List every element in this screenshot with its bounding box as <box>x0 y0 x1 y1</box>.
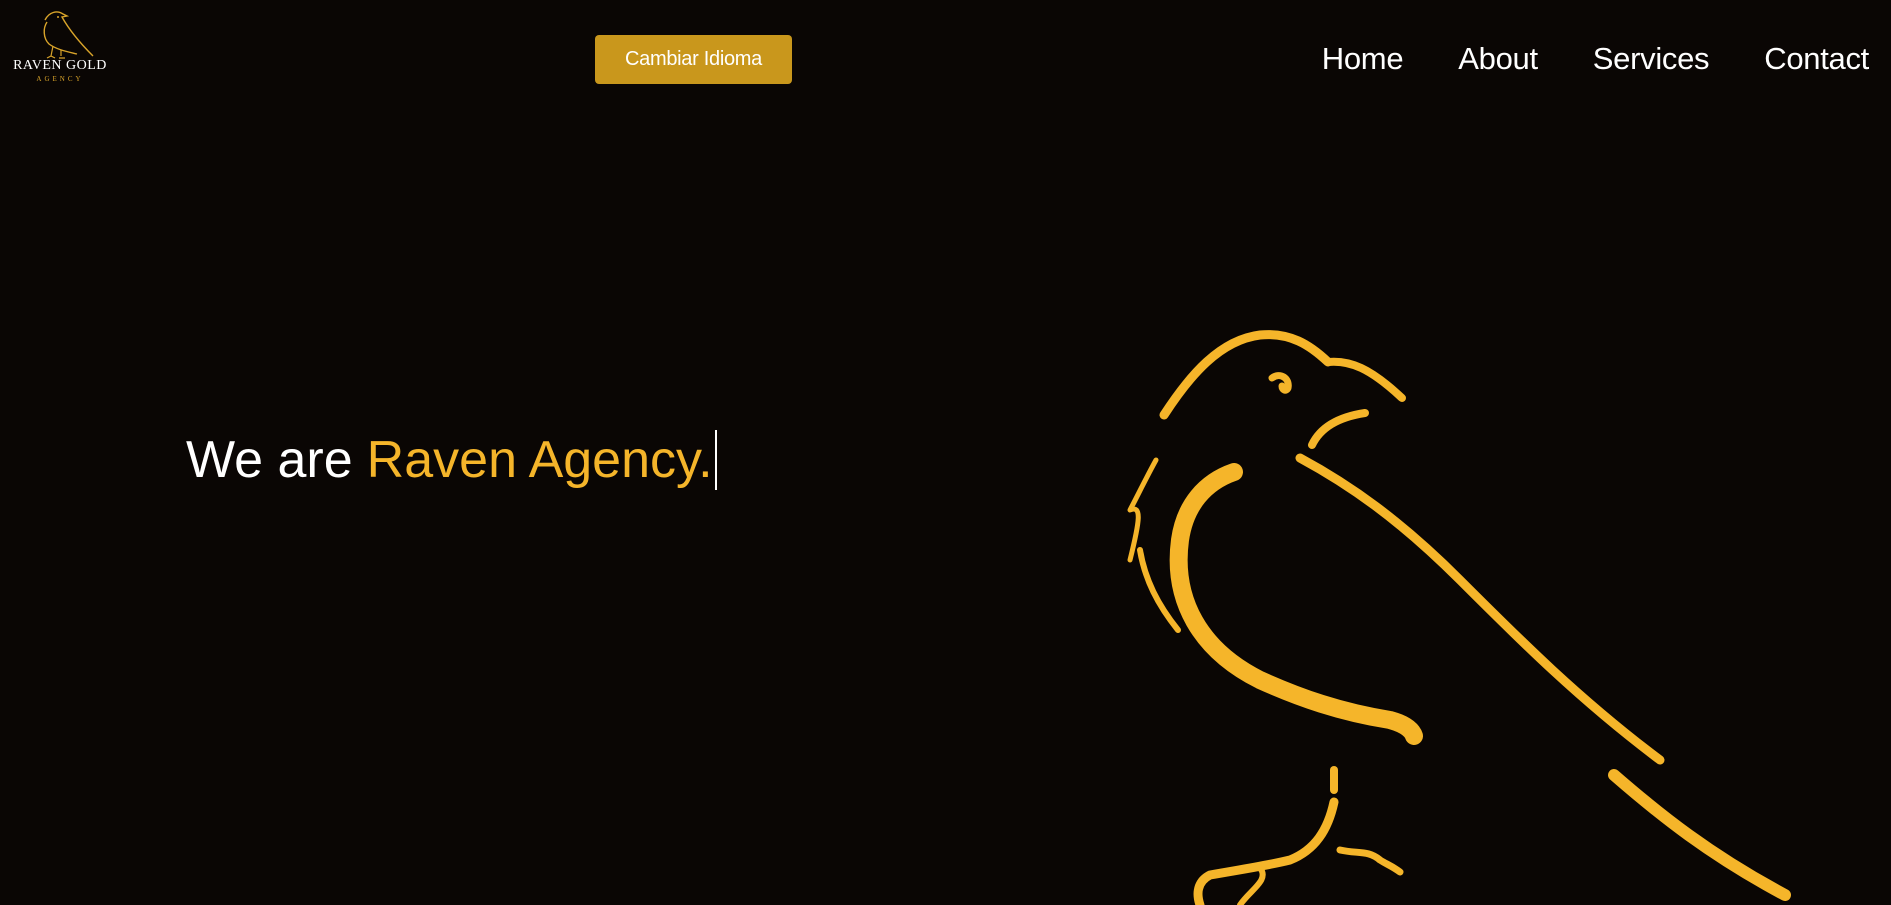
change-language-button[interactable]: Cambiar Idioma <box>595 35 792 84</box>
logo-subtitle: AGENCY <box>36 75 84 83</box>
hero-title-prefix: We are <box>186 431 353 489</box>
nav-contact[interactable]: Contact <box>1764 41 1869 77</box>
typing-cursor <box>714 430 717 490</box>
raven-logo-icon <box>43 11 94 59</box>
main-nav: Home About Services Contact <box>1267 38 1870 80</box>
raven-illustration-icon <box>1127 330 1791 905</box>
logo[interactable]: RAVEN GOLD AGENCY <box>8 6 112 92</box>
nav-services[interactable]: Services <box>1593 41 1710 77</box>
nav-about[interactable]: About <box>1458 41 1538 77</box>
logo-name: RAVEN GOLD <box>13 58 107 73</box>
nav-home[interactable]: Home <box>1322 41 1404 77</box>
page: RAVEN GOLD AGENCY Cambiar Idioma Home Ab… <box>0 0 1891 905</box>
hero-title: We are Raven Agency. <box>186 430 717 490</box>
hero-title-accent: Raven Agency. <box>366 431 713 489</box>
